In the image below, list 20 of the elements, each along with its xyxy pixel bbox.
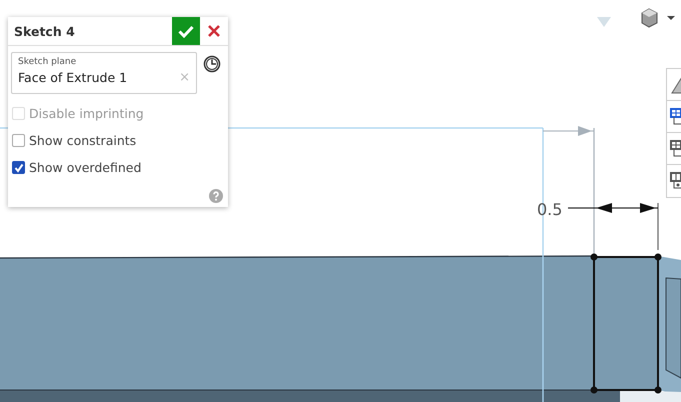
confirm-button[interactable]	[172, 17, 200, 45]
dimension-value[interactable]: 0.5	[537, 200, 562, 219]
caret-icon[interactable]	[667, 16, 675, 20]
field-label: Sketch plane	[18, 57, 78, 67]
grid-icon	[670, 171, 681, 191]
checkmark-icon	[178, 24, 194, 38]
grid-icon	[670, 106, 681, 126]
checkbox-label: Disable imprinting	[29, 106, 144, 121]
grid-icon	[670, 138, 681, 158]
field-value: Face of Extrude 1	[18, 70, 128, 85]
checkbox-label: Show constraints	[29, 133, 136, 148]
checkbox[interactable]	[12, 134, 25, 147]
panel-title: Sketch 4	[13, 24, 76, 38]
checkbox-label: Show overdefined	[29, 160, 142, 175]
checkbox[interactable]	[12, 161, 25, 174]
sketch-plane-field[interactable]: Sketch plane Face of Extrude 1 ×	[11, 52, 197, 94]
cancel-button[interactable]	[200, 17, 228, 45]
cube-icon[interactable]	[642, 8, 658, 28]
close-icon	[208, 25, 220, 37]
clock-icon[interactable]	[203, 55, 221, 73]
